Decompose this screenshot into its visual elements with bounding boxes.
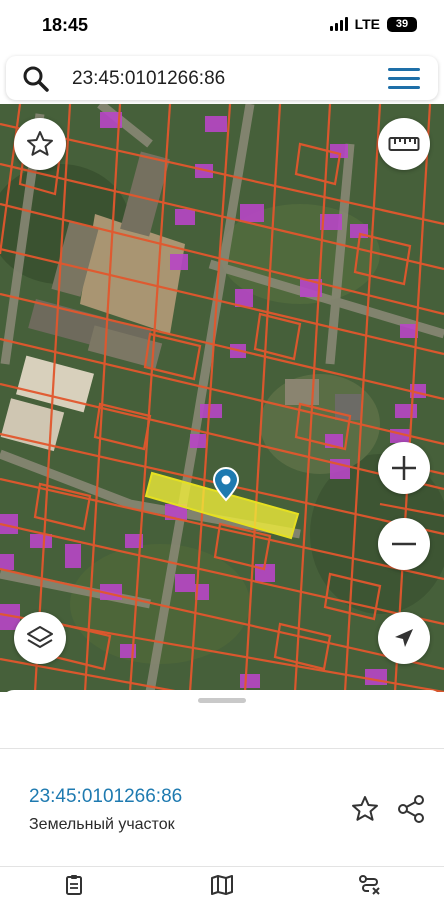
my-location-button[interactable] [378, 612, 430, 664]
measure-button[interactable] [378, 118, 430, 170]
clipboard-icon [66, 875, 82, 895]
star-outline-icon[interactable] [350, 794, 380, 824]
bottom-navigation [0, 874, 444, 910]
network-label: LTE [354, 16, 380, 32]
nav-item-details[interactable] [44, 874, 104, 910]
layers-icon [27, 626, 53, 648]
parcel-info-sheet: 23:45:0101266:86 Земельный участок [0, 690, 444, 910]
hamburger-menu-icon[interactable] [388, 68, 420, 90]
search-bar [6, 56, 438, 100]
zoom-in-button[interactable] [378, 442, 430, 494]
route-close-icon [359, 875, 380, 895]
zoom-out-button[interactable] [378, 518, 430, 570]
ruler-icon [388, 137, 420, 151]
status-time: 18:45 [42, 15, 89, 35]
map-icon [211, 875, 233, 895]
divider [0, 748, 444, 749]
parcel-number-link[interactable]: 23:45:0101266:86 [29, 786, 182, 808]
star-icon [27, 131, 53, 156]
battery-icon: 39 [387, 16, 417, 32]
layers-button[interactable] [14, 612, 66, 664]
divider [0, 866, 444, 867]
signal-icon [329, 17, 348, 31]
sheet-drag-handle[interactable] [198, 698, 246, 703]
satellite-map[interactable] [0, 104, 444, 692]
nav-item-routes[interactable] [340, 874, 400, 910]
share-icon[interactable] [396, 794, 426, 824]
minus-icon [392, 542, 416, 546]
search-icon[interactable] [22, 65, 50, 93]
status-indicators: LTE 39 [329, 16, 417, 32]
map-view[interactable] [0, 104, 444, 692]
nav-item-map[interactable] [192, 874, 252, 910]
navigation-arrow-icon [395, 629, 413, 647]
search-input[interactable] [70, 64, 374, 94]
status-bar: 18:45 LTE 39 [0, 0, 444, 52]
favorites-button[interactable] [14, 118, 66, 170]
plus-icon [392, 456, 416, 480]
parcel-type-label: Земельный участок [29, 816, 175, 833]
